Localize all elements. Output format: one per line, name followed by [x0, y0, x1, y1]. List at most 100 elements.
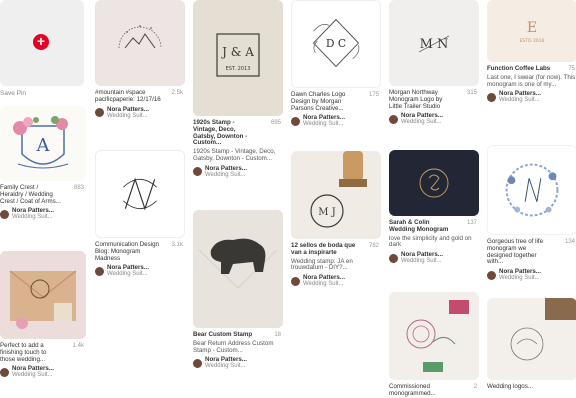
avatar[interactable] [487, 92, 496, 102]
avatar[interactable] [0, 209, 9, 219]
pin-image-bear-stamp[interactable] [193, 210, 283, 328]
avatar[interactable] [389, 114, 398, 124]
save-pin-card[interactable]: + [0, 0, 84, 86]
board-name[interactable]: Wedding Suit... [12, 214, 54, 220]
pin-description: 1920s Stamp - Vintage, Deco, Gatsby, Dow… [193, 148, 276, 162]
pin-card[interactable]: Wedding logos... [487, 298, 576, 391]
svg-text:ESTD 2016: ESTD 2016 [520, 38, 545, 44]
save-count: 3.1k [171, 242, 183, 248]
pin-author[interactable]: Nora Patters... Wedding Suit... [95, 106, 185, 119]
svg-text:E: E [527, 20, 537, 36]
pin-card[interactable]: M N Morgan Northway Monogram Logo by Lit… [389, 0, 479, 125]
pin-card[interactable]: D C Dawn Charles Logo Design by Morgan P… [291, 0, 381, 127]
pin-image-crest[interactable]: A [0, 106, 86, 181]
save-count: 782 [368, 243, 379, 249]
pin-card[interactable]: Communication Design Blog: Monogram Madn… [95, 150, 185, 277]
pin-title[interactable]: 1920s Stamp - Vintage, Deco, Gatsby, Dow… [193, 119, 259, 147]
author-name[interactable]: Nora Patters... [205, 165, 247, 172]
pin-image-envelope[interactable] [0, 251, 86, 339]
pin-title[interactable]: #mountain #space pacificpaperie: 12/17/1… [95, 89, 161, 104]
save-count: 883 [73, 185, 84, 191]
pin-title[interactable]: Wedding logos... [487, 383, 553, 391]
pin-author[interactable]: Nora Patters... Wedding Suit... [487, 91, 576, 103]
avatar[interactable] [193, 167, 202, 177]
pin-author[interactable]: Nora Patters... Wedding Suit... [291, 115, 381, 127]
pin-image-mountain[interactable] [95, 0, 185, 86]
author-name[interactable]: Nora Patters... [107, 106, 149, 113]
save-count: 18 [274, 332, 281, 338]
pin-title[interactable]: Family Crest / Heraldry / Wedding Crest … [0, 184, 62, 205]
save-pin-tile[interactable]: + Save Pin [0, 0, 90, 98]
board-name[interactable]: Wedding Suit... [107, 271, 149, 277]
pin-card[interactable]: J & A EST. 2013 1920s Stamp - Vintage, D… [193, 0, 283, 178]
pin-title[interactable]: Sarah & Colin Wedding Monogram [389, 219, 455, 234]
pin-card[interactable]: A Family Crest / Heraldry / Wedding Cres… [0, 106, 86, 220]
pin-author[interactable]: Nora Patters... Wedding Suit... [0, 366, 86, 378]
pin-card[interactable]: M J 12 sellos de boda que van a inspirar… [291, 151, 381, 287]
board-name[interactable]: Wedding Suit... [303, 121, 345, 127]
pin-author[interactable]: Nora Patters... Wedding Suit... [0, 208, 86, 220]
pin-title[interactable]: 12 sellos de boda que van a inspirarte [291, 242, 357, 257]
svg-text:M J: M J [318, 207, 335, 218]
pin-image-gold-monogram[interactable] [389, 150, 479, 216]
board-name[interactable]: Wedding Suit... [499, 97, 541, 103]
pin-column-6: E ESTD 2016 Function Coffee Labs 75 Last… [487, 0, 576, 390]
add-pin-icon[interactable]: + [33, 34, 49, 50]
pin-author[interactable]: Nora Patters... Wedding Suit... [389, 113, 479, 125]
avatar[interactable] [193, 358, 202, 368]
pin-author[interactable]: Nora Patters... Wedding Suit... [487, 269, 576, 281]
pin-card[interactable]: Perfect to add a finishing touch to thos… [0, 251, 86, 378]
board-name[interactable]: Wedding Suit... [205, 172, 247, 178]
board-name[interactable]: Wedding Suit... [499, 275, 541, 281]
board-name[interactable]: Wedding Suit... [107, 113, 149, 119]
save-count: 134 [564, 239, 575, 245]
pin-title[interactable]: Communication Design Blog: Monogram Madn… [95, 241, 161, 262]
pin-card[interactable]: Gorgeous tree of life monogram we design… [487, 145, 576, 281]
pin-title[interactable]: Perfect to add a finishing touch to thos… [0, 342, 62, 363]
avatar[interactable] [291, 116, 300, 126]
board-name[interactable]: Wedding Suit... [401, 258, 443, 264]
pin-card[interactable]: Commissioned monogrammed... 2 [389, 292, 479, 398]
board-name[interactable]: Wedding Suit... [205, 363, 247, 369]
pin-title[interactable]: Dawn Charles Logo Design by Morgan Parso… [291, 91, 357, 112]
svg-text:D C: D C [326, 37, 346, 50]
avatar[interactable] [291, 276, 300, 286]
pin-image-wood-stamp[interactable] [487, 298, 576, 380]
avatar[interactable] [95, 266, 104, 276]
avatar[interactable] [389, 253, 398, 263]
pin-card[interactable]: E ESTD 2016 Function Coffee Labs 75 Last… [487, 0, 576, 103]
pin-image-wreath-monogram[interactable] [487, 145, 576, 235]
pin-image-coffee-logo[interactable]: E ESTD 2016 [487, 0, 576, 62]
svg-text:A: A [36, 135, 51, 156]
board-name[interactable]: Wedding Suit... [401, 119, 443, 125]
avatar[interactable] [487, 270, 496, 280]
pin-description: Bear Return Address Custom Stamp - Custo… [193, 339, 274, 354]
pin-card[interactable]: Sarah & Colin Wedding Monogram 137 love … [389, 150, 479, 264]
pin-column-2: #mountain #space pacificpaperie: 12/17/1… [95, 0, 185, 277]
pin-author[interactable]: Nora Patters... Wedding Suit... [95, 265, 185, 277]
save-count: 1.4k [72, 343, 84, 349]
pin-column-1: + Save Pin A Family Crest / Heraldry / W… [0, 0, 90, 378]
pin-title[interactable]: Gorgeous tree of life monogram we design… [487, 238, 553, 266]
pin-image-monogram[interactable] [95, 150, 185, 238]
pin-image-stamp[interactable]: J & A EST. 2013 [193, 0, 283, 116]
pin-image-floral-stamps[interactable] [389, 292, 479, 380]
pin-author[interactable]: Nora Patters... Wedding Suit... [291, 275, 381, 287]
board-name[interactable]: Wedding Suit... [12, 372, 54, 378]
pin-title[interactable]: Bear Custom Stamp [193, 331, 259, 339]
avatar[interactable] [95, 108, 104, 118]
pin-card[interactable]: #mountain #space pacificpaperie: 12/17/1… [95, 0, 185, 119]
pin-author[interactable]: Nora Patters... Wedding Suit... [389, 252, 479, 264]
pin-card[interactable]: Bear Custom Stamp 18 Bear Return Address… [193, 210, 283, 369]
pin-column-3: J & A EST. 2013 1920s Stamp - Vintage, D… [193, 0, 283, 369]
pin-title[interactable]: Morgan Northway Monogram Logo by Little … [389, 89, 455, 110]
pin-image-mn-logo[interactable]: M N [389, 0, 479, 86]
pin-image-dc-logo[interactable]: D C [291, 0, 381, 88]
board-name[interactable]: Wedding Suit... [303, 281, 345, 287]
pin-author[interactable]: Nora Patters... Wedding Suit... [193, 165, 283, 178]
pin-title[interactable]: Function Coffee Labs [487, 65, 553, 73]
pin-image-wax-stamp[interactable]: M J [291, 151, 381, 239]
pin-title[interactable]: Commissioned monogrammed... [389, 383, 455, 398]
avatar[interactable] [0, 367, 9, 377]
pin-author[interactable]: Nora Patters... Wedding Suit... [193, 357, 283, 369]
